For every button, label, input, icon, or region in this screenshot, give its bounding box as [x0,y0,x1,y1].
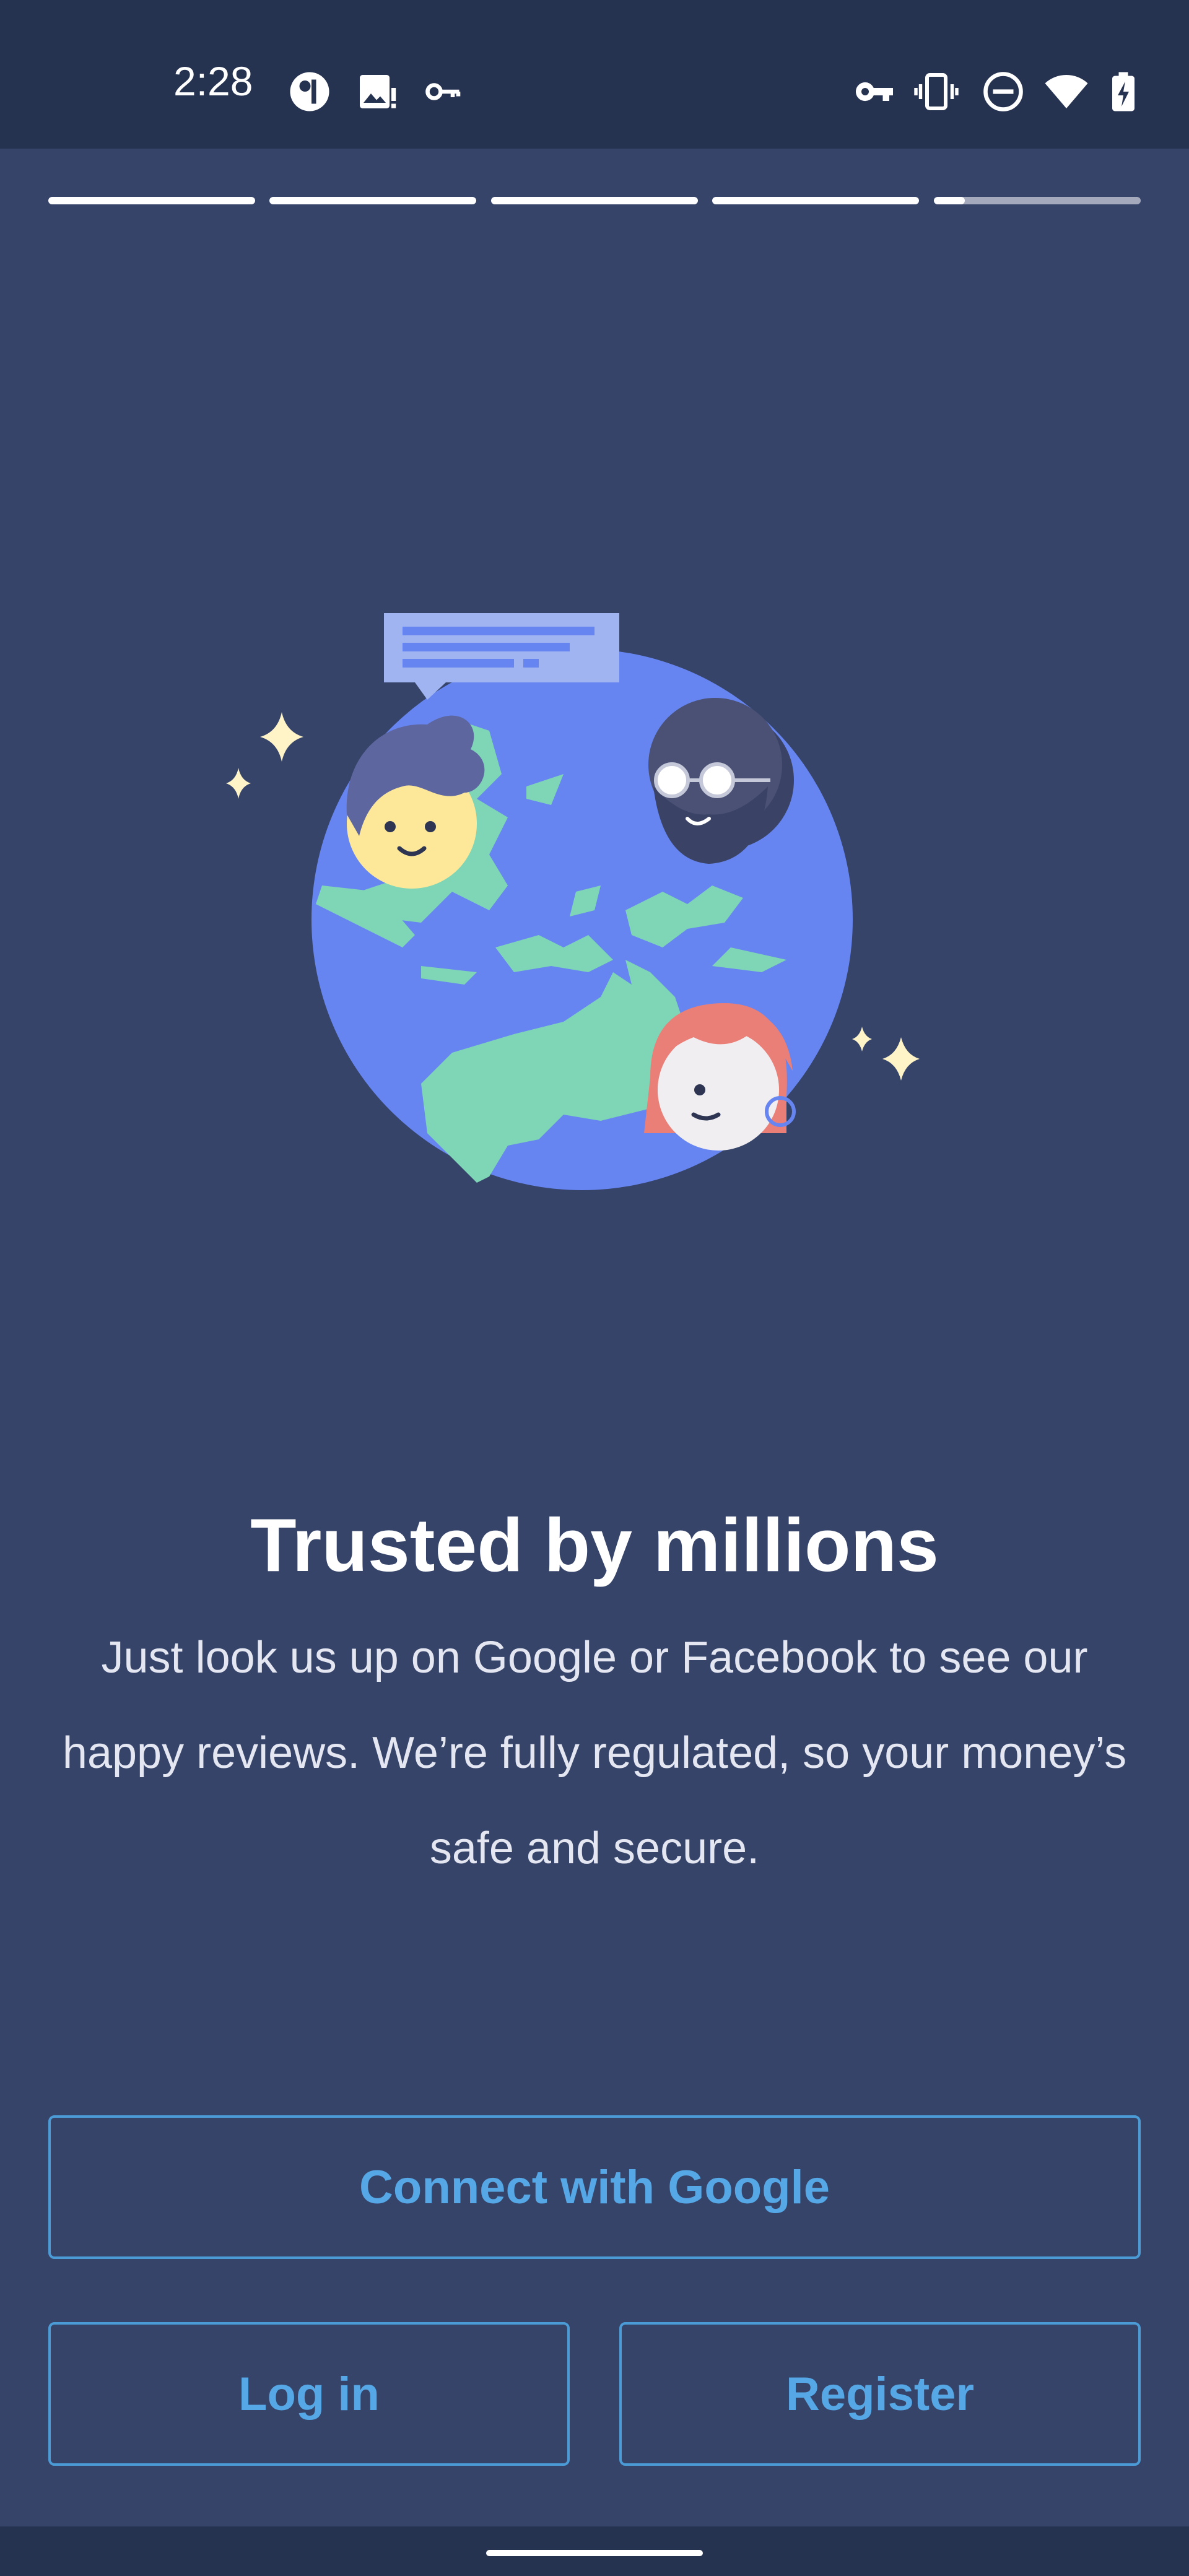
connect-google-button[interactable]: Connect with Google [48,2115,1141,2259]
status-time: 2:28 [173,58,253,104]
onboarding-progress [48,197,1141,204]
wifi-icon [1044,69,1089,114]
log-in-button[interactable]: Log in [48,2322,570,2466]
page-title: Trusted by millions [250,1503,939,1587]
profile-icon [287,69,332,114]
key-icon [421,69,466,114]
progress-segment-1 [48,197,255,204]
progress-segment-3 [491,197,698,204]
progress-segment-2 [269,197,476,204]
vibrate-icon [914,69,959,114]
progress-segment-4 [712,197,919,204]
description-text: Just look us up on Google or Facebook to… [62,1633,1127,1873]
progress-segment-5 [934,197,1141,204]
battery-charging-icon [1101,69,1146,114]
register-button[interactable]: Register [619,2322,1141,2466]
globe-people-illustration [217,601,978,1195]
status-bar: 2:28 [0,0,1189,149]
image-alert-icon [354,69,399,114]
vpn-key-icon [852,69,897,114]
do-not-disturb-icon [981,69,1026,114]
home-gesture-handle[interactable] [486,2550,703,2556]
